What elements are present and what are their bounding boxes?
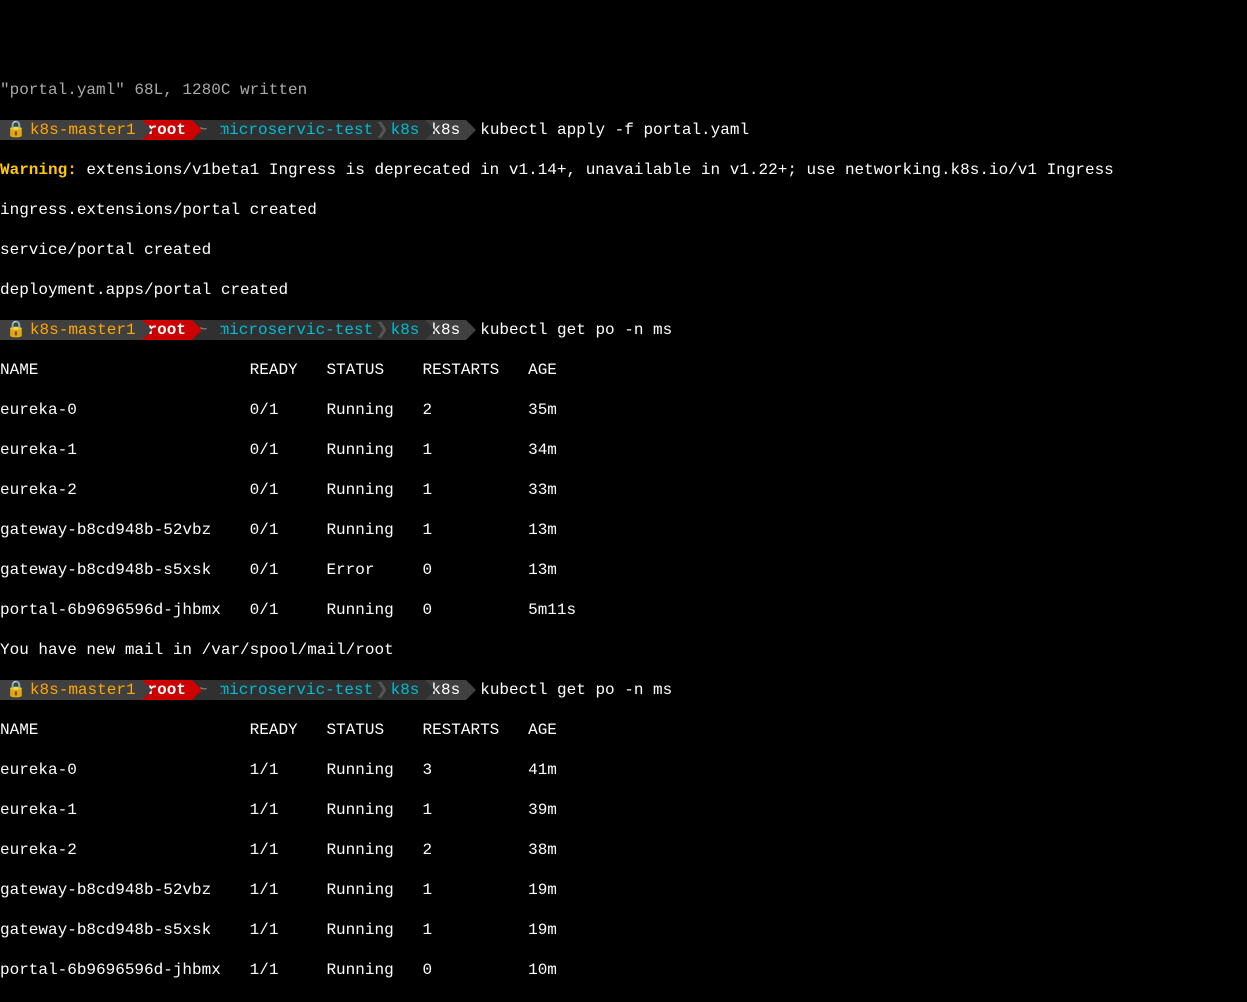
mail-notice: You have new mail in /var/spool/mail/roo… xyxy=(0,640,1247,660)
warning-label: Warning: xyxy=(0,161,77,179)
prompt-1[interactable]: 🔒k8s-master1root~microservic-test❯k8sk8s… xyxy=(0,120,1247,140)
chevron-right-icon: ❯ xyxy=(375,121,388,139)
table-row: portal-6b9696596d-jhbmx 0/1 Running 0 5m… xyxy=(0,600,1247,620)
prompt-3[interactable]: 🔒k8s-master1root~microservic-test❯k8sk8s… xyxy=(0,680,1247,700)
command-1: kubectl apply -f portal.yaml xyxy=(480,121,749,139)
table-header: NAME READY STATUS RESTARTS AGE xyxy=(0,360,1247,380)
lock-icon: 🔒 xyxy=(6,321,26,339)
chevron-right-icon: ❯ xyxy=(375,321,388,339)
warning-text: extensions/v1beta1 Ingress is deprecated… xyxy=(77,161,1114,179)
table-row: gateway-b8cd948b-s5xsk 1/1 Running 1 19m xyxy=(0,920,1247,940)
output-line: deployment.apps/portal created xyxy=(0,280,1247,300)
table-row: gateway-b8cd948b-s5xsk 0/1 Error 0 13m xyxy=(0,560,1247,580)
command-2: kubectl get po -n ms xyxy=(480,321,672,339)
lock-icon: 🔒 xyxy=(6,681,26,699)
table-row: eureka-2 1/1 Running 2 38m xyxy=(0,840,1247,860)
prompt-host: k8s-master1 xyxy=(30,121,136,139)
prompt-dir2b: k8s xyxy=(431,121,460,139)
table-row: eureka-2 0/1 Running 1 33m xyxy=(0,480,1247,500)
prompt-user: root xyxy=(148,121,186,139)
table-row: eureka-1 0/1 Running 1 34m xyxy=(0,440,1247,460)
table-row: gateway-b8cd948b-52vbz 0/1 Running 1 13m xyxy=(0,520,1247,540)
output-line: ingress.extensions/portal created xyxy=(0,200,1247,220)
table-row: eureka-0 1/1 Running 3 41m xyxy=(0,760,1247,780)
table-row: eureka-1 1/1 Running 1 39m xyxy=(0,800,1247,820)
prompt-dir2: k8s xyxy=(391,121,420,139)
output-line: service/portal created xyxy=(0,240,1247,260)
mail-notice: You have new mail in /var/spool/mail/roo… xyxy=(0,1000,1247,1002)
table-row: eureka-0 0/1 Running 2 35m xyxy=(0,400,1247,420)
prompt-2[interactable]: 🔒k8s-master1root~microservic-test❯k8sk8s… xyxy=(0,320,1247,340)
command-3: kubectl get po -n ms xyxy=(480,681,672,699)
warning-line: Warning: extensions/v1beta1 Ingress is d… xyxy=(0,160,1247,180)
chevron-right-icon: ❯ xyxy=(375,681,388,699)
editor-status-line: "portal.yaml" 68L, 1280C written xyxy=(0,80,1247,100)
lock-icon: 🔒 xyxy=(6,121,26,139)
table-row: portal-6b9696596d-jhbmx 1/1 Running 0 10… xyxy=(0,960,1247,980)
table-header: NAME READY STATUS RESTARTS AGE xyxy=(0,720,1247,740)
table-row: gateway-b8cd948b-52vbz 1/1 Running 1 19m xyxy=(0,880,1247,900)
prompt-dir1: microservic-test xyxy=(220,121,374,139)
